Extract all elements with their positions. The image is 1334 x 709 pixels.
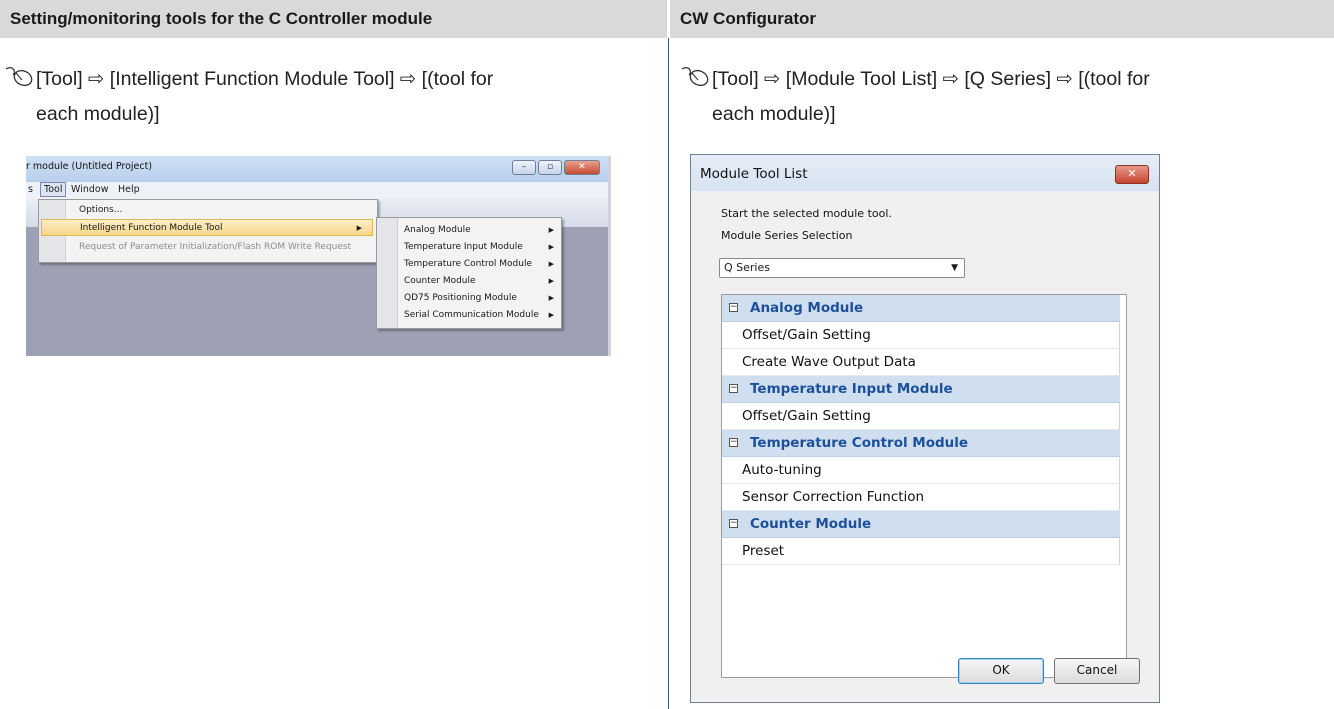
list-item-label: Sensor Correction Function: [742, 489, 925, 505]
dialog-title: Module Tool List: [700, 166, 808, 182]
menu-help[interactable]: Help: [118, 184, 140, 195]
mouse-icon: [681, 66, 709, 87]
collapse-icon[interactable]: −: [729, 384, 738, 393]
group-label: Counter Module: [750, 516, 872, 532]
submenu-item-label: QD75 Positioning Module: [404, 293, 517, 303]
list-item[interactable]: Offset/Gain Setting: [722, 322, 1120, 349]
menu-item-label: Request of Parameter Initialization/Flas…: [79, 242, 352, 252]
cancel-button[interactable]: Cancel: [1054, 658, 1140, 684]
submenu-item-counter-module[interactable]: Counter Module ▶: [404, 273, 554, 290]
instruction-text: [Tool] ⇨ [Intelligent Function Module To…: [5, 62, 656, 132]
module-tool-list: − Analog Module Offset/Gain Setting Crea…: [721, 294, 1127, 678]
list-item-label: Auto-tuning: [742, 462, 822, 478]
group-temperature-control-module[interactable]: − Temperature Control Module: [722, 430, 1120, 457]
collapse-icon[interactable]: −: [729, 438, 738, 447]
submenu-arrow-icon: ▶: [548, 311, 554, 319]
submenu-item-temperature-input[interactable]: Temperature Input Module ▶: [404, 239, 554, 256]
menu-gutter: [377, 218, 398, 328]
window-controls: – ▫ ✕: [512, 160, 600, 175]
list-item[interactable]: Auto-tuning: [722, 457, 1120, 484]
submenu-item-label: Serial Communication Module: [404, 310, 539, 320]
submenu-arrow-icon: ▶: [548, 277, 554, 285]
dialog-titlebar: Module Tool List: [691, 155, 1159, 191]
instruction-line: each module)]: [712, 103, 836, 125]
menu-item-parameter-initialization: Request of Parameter Initialization/Flas…: [67, 239, 373, 256]
close-button[interactable]: ✕: [564, 160, 600, 175]
group-label: Temperature Input Module: [750, 381, 953, 397]
series-select-value: Q Series: [724, 261, 770, 274]
module-submenu: Analog Module ▶ Temperature Input Module ▶…: [376, 217, 562, 329]
group-label: Temperature Control Module: [750, 435, 969, 451]
menu-item-label: Intelligent Function Module Tool: [80, 223, 223, 233]
submenu-arrow-icon: ▶: [548, 260, 554, 268]
list-item-label: Create Wave Output Data: [742, 354, 916, 370]
group-temperature-input-module[interactable]: − Temperature Input Module: [722, 376, 1120, 403]
submenu-item-label: Counter Module: [404, 276, 476, 286]
list-item-label: Offset/Gain Setting: [742, 408, 871, 424]
submenu-item-analog-module[interactable]: Analog Module ▶: [404, 222, 554, 239]
group-counter-module[interactable]: − Counter Module: [722, 511, 1120, 538]
instruction-text: [Tool] ⇨ [Module Tool List] ⇨ [Q Series]…: [681, 62, 1312, 132]
tool-menu: Options... Intelligent Function Module T…: [38, 199, 378, 263]
close-button[interactable]: ✕: [1115, 165, 1149, 184]
window-title: r module (Untitled Project): [26, 161, 153, 172]
list-item[interactable]: Offset/Gain Setting: [722, 403, 1120, 430]
list-item-label: Preset: [742, 543, 785, 559]
instruction-line: each module)]: [36, 103, 160, 125]
menu-screenshot: r module (Untitled Project) – ▫ ✕ s Tool…: [26, 156, 611, 356]
submenu-item-serial-communication[interactable]: Serial Communication Module ▶: [404, 307, 554, 324]
menu-tool[interactable]: Tool: [40, 182, 67, 197]
group-analog-module[interactable]: − Analog Module: [722, 295, 1120, 322]
instruction-line: [Tool] ⇨ [Intelligent Function Module To…: [36, 68, 494, 90]
submenu-arrow-icon: ▶: [548, 226, 554, 234]
submenu-arrow-icon: ▶: [356, 224, 362, 232]
menu-item-label: Options...: [79, 205, 123, 215]
group-label: Analog Module: [750, 300, 864, 316]
window-titlebar: r module (Untitled Project) – ▫ ✕: [26, 156, 608, 182]
list-item[interactable]: Create Wave Output Data: [722, 349, 1120, 376]
submenu-item-label: Temperature Input Module: [404, 242, 523, 252]
list-item[interactable]: Preset: [722, 538, 1120, 565]
column-header-cw-configurator: CW Configurator: [670, 0, 1334, 38]
series-select[interactable]: Q Series ▼: [719, 258, 965, 278]
column-header-label: CW Configurator: [680, 9, 816, 28]
column-header-label: Setting/monitoring tools for the C Contr…: [10, 9, 433, 28]
dialog-hint: Start the selected module tool.: [721, 207, 892, 220]
submenu-item-qd75-positioning[interactable]: QD75 Positioning Module ▶: [404, 290, 554, 307]
submenu-arrow-icon: ▶: [548, 294, 554, 302]
submenu-item-label: Analog Module: [404, 225, 471, 235]
menu-truncated[interactable]: s: [28, 184, 33, 195]
submenu-arrow-icon: ▶: [548, 243, 554, 251]
submenu-item-temperature-control[interactable]: Temperature Control Module ▶: [404, 256, 554, 273]
maximize-button[interactable]: ▫: [538, 160, 562, 175]
column-header-c-controller-tools: Setting/monitoring tools for the C Contr…: [0, 0, 668, 38]
collapse-icon[interactable]: −: [729, 519, 738, 528]
collapse-icon[interactable]: −: [729, 303, 738, 312]
mouse-icon: [5, 66, 33, 87]
minimize-button[interactable]: –: [512, 160, 536, 175]
menu-item-intelligent-function-module-tool[interactable]: Intelligent Function Module Tool ▶: [41, 219, 373, 236]
series-label: Module Series Selection: [721, 229, 853, 242]
menu-item-options[interactable]: Options...: [67, 202, 373, 219]
menubar: s Tool Window Help: [26, 182, 608, 199]
list-item-label: Offset/Gain Setting: [742, 327, 871, 343]
ok-button[interactable]: OK: [958, 658, 1044, 684]
menu-window[interactable]: Window: [71, 184, 108, 195]
chevron-down-icon: ▼: [951, 263, 958, 273]
instruction-line: [Tool] ⇨ [Module Tool List] ⇨ [Q Series]…: [712, 68, 1150, 90]
submenu-item-label: Temperature Control Module: [404, 259, 532, 269]
column-divider: [668, 38, 669, 709]
list-item[interactable]: Sensor Correction Function: [722, 484, 1120, 511]
